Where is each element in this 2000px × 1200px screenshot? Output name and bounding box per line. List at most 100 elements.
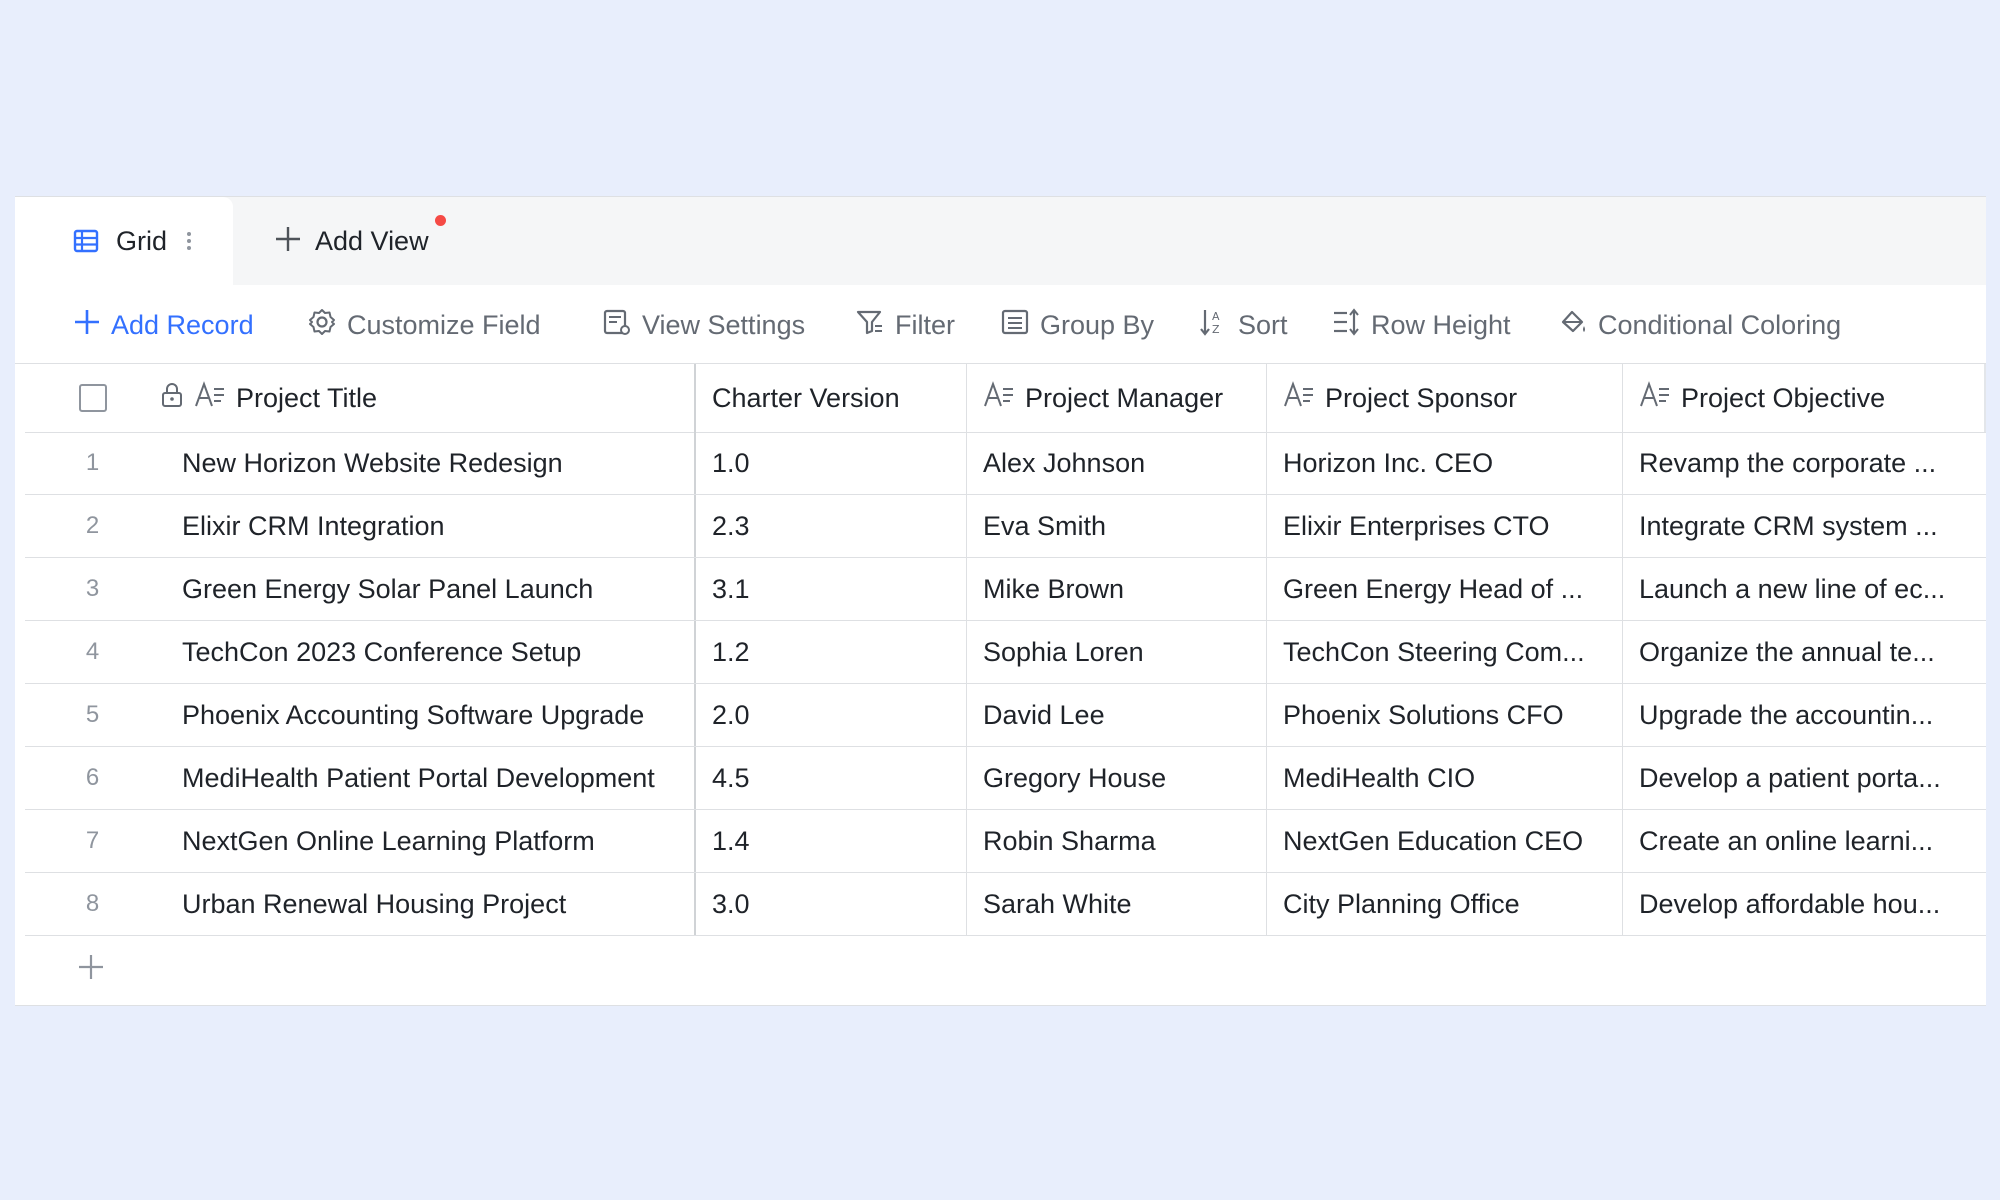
cell-project-objective[interactable]: Upgrade the accountin...: [1622, 684, 1986, 746]
row-height-icon: [1331, 307, 1361, 344]
row-number: 6: [85, 764, 100, 791]
view-tab-bar: Grid Add View: [15, 197, 1986, 285]
cell-project-sponsor[interactable]: MediHealth CIO: [1266, 747, 1622, 809]
select-all-cell: [25, 364, 160, 432]
add-row-button[interactable]: [25, 936, 1986, 998]
row-number: 2: [85, 512, 100, 539]
cell-project-title[interactable]: New Horizon Website Redesign: [160, 432, 694, 494]
column-header-label: Project Manager: [1025, 382, 1224, 413]
toolbar: Add Record Customize Field View Settings…: [15, 285, 1986, 364]
cell-project-objective[interactable]: Integrate CRM system ...: [1622, 495, 1986, 557]
cell-project-manager[interactable]: Robin Sharma: [966, 810, 1266, 872]
row-number: 1: [85, 449, 100, 476]
cell-project-manager[interactable]: Alex Johnson: [966, 432, 1266, 494]
cell-charter-version[interactable]: 4.5: [694, 747, 966, 809]
view-settings-icon: [602, 307, 632, 344]
more-vertical-icon[interactable]: [185, 227, 193, 255]
cell-project-manager[interactable]: Sarah White: [966, 873, 1266, 935]
add-record-button[interactable]: Add Record: [73, 305, 254, 345]
cell-project-title[interactable]: Elixir CRM Integration: [160, 495, 694, 557]
cell-project-objective[interactable]: Revamp the corporate ...: [1622, 432, 1986, 494]
cell-project-title[interactable]: Phoenix Accounting Software Upgrade: [160, 684, 694, 746]
text-field-icon: [1283, 380, 1315, 416]
cell-charter-version[interactable]: 1.4: [694, 810, 966, 872]
table-row[interactable]: 6 MediHealth Patient Portal Development …: [25, 747, 1986, 810]
column-header-label: Project Objective: [1681, 382, 1886, 413]
table-row[interactable]: 4 TechCon 2023 Conference Setup 1.2 Soph…: [25, 621, 1986, 684]
cell-project-manager[interactable]: Eva Smith: [966, 495, 1266, 557]
add-view-label: Add View: [315, 225, 429, 256]
sort-button[interactable]: A Z Sort: [1198, 305, 1288, 345]
row-height-button[interactable]: Row Height: [1331, 305, 1511, 345]
customize-field-button[interactable]: Customize Field: [307, 305, 541, 345]
select-all-checkbox[interactable]: [78, 384, 107, 412]
conditional-coloring-button[interactable]: Conditional Coloring: [1558, 305, 1841, 345]
table-row[interactable]: 5 Phoenix Accounting Software Upgrade 2.…: [25, 684, 1986, 747]
grid-header-row: Project Title Charter Version Project Ma…: [25, 364, 1986, 433]
column-header-project-manager[interactable]: Project Manager: [966, 364, 1266, 432]
column-header-label: Project Title: [236, 382, 378, 413]
cell-project-manager[interactable]: Mike Brown: [966, 558, 1266, 620]
cell-project-sponsor[interactable]: Phoenix Solutions CFO: [1266, 684, 1622, 746]
group-by-button[interactable]: Group By: [1000, 305, 1154, 345]
row-number: 7: [85, 827, 100, 854]
cell-project-objective[interactable]: Develop a patient porta...: [1622, 747, 1986, 809]
cell-project-title[interactable]: Green Energy Solar Panel Launch: [160, 558, 694, 620]
cell-project-sponsor[interactable]: NextGen Education CEO: [1266, 810, 1622, 872]
tab-grid-label: Grid: [116, 225, 168, 256]
add-view-button[interactable]: Add View: [273, 215, 446, 263]
tab-grid[interactable]: Grid: [15, 197, 233, 285]
cell-project-objective[interactable]: Launch a new line of ec...: [1622, 558, 1986, 620]
column-header-charter-version[interactable]: Charter Version: [694, 364, 966, 432]
cell-charter-version[interactable]: 1.0: [694, 432, 966, 494]
cell-project-objective[interactable]: Create an online learni...: [1622, 810, 1986, 872]
svg-text:A: A: [1212, 310, 1220, 323]
add-record-label: Add Record: [111, 309, 254, 340]
column-header-project-sponsor[interactable]: Project Sponsor: [1266, 364, 1622, 432]
table-row[interactable]: 3 Green Energy Solar Panel Launch 3.1 Mi…: [25, 558, 1986, 621]
table-row[interactable]: 8 Urban Renewal Housing Project 3.0 Sara…: [25, 873, 1986, 936]
gear-icon: [307, 307, 337, 344]
column-header-project-objective[interactable]: Project Objective: [1622, 364, 1986, 432]
text-field-icon: [983, 380, 1015, 416]
customize-field-label: Customize Field: [347, 309, 541, 340]
cell-charter-version[interactable]: 2.3: [694, 495, 966, 557]
cell-project-sponsor[interactable]: Green Energy Head of ...: [1266, 558, 1622, 620]
cell-project-manager[interactable]: David Lee: [966, 684, 1266, 746]
sort-label: Sort: [1238, 309, 1288, 340]
column-divider: [1984, 364, 1986, 432]
cell-project-sponsor[interactable]: TechCon Steering Com...: [1266, 621, 1622, 683]
cell-charter-version[interactable]: 3.1: [694, 558, 966, 620]
plus-icon: [73, 308, 101, 343]
filter-button[interactable]: Filter: [855, 305, 955, 345]
group-by-icon: [1000, 307, 1030, 344]
cell-project-title[interactable]: Urban Renewal Housing Project: [160, 873, 694, 935]
table-row[interactable]: 1 New Horizon Website Redesign 1.0 Alex …: [25, 432, 1986, 495]
cell-project-objective[interactable]: Develop affordable hou...: [1622, 873, 1986, 935]
cell-project-title[interactable]: TechCon 2023 Conference Setup: [160, 621, 694, 683]
svg-text:Z: Z: [1212, 323, 1220, 336]
plus-icon: [273, 224, 303, 259]
table-row[interactable]: 2 Elixir CRM Integration 2.3 Eva Smith E…: [25, 495, 1986, 558]
cell-charter-version[interactable]: 3.0: [694, 873, 966, 935]
cell-project-manager[interactable]: Sophia Loren: [966, 621, 1266, 683]
cell-charter-version[interactable]: 2.0: [694, 684, 966, 746]
filter-icon: [855, 307, 885, 344]
column-header-project-title[interactable]: Project Title: [160, 364, 694, 432]
text-field-icon: [194, 380, 226, 416]
view-settings-button[interactable]: View Settings: [602, 305, 805, 345]
cell-project-sponsor[interactable]: Horizon Inc. CEO: [1266, 432, 1622, 494]
cell-project-sponsor[interactable]: City Planning Office: [1266, 873, 1622, 935]
cell-project-title[interactable]: MediHealth Patient Portal Development: [160, 747, 694, 809]
cell-project-objective[interactable]: Organize the annual te...: [1622, 621, 1986, 683]
row-number: 8: [85, 890, 100, 917]
grid-view-panel: Grid Add View Add Record Customize Field…: [15, 196, 1986, 1006]
cell-project-title[interactable]: NextGen Online Learning Platform: [160, 810, 694, 872]
cell-charter-version[interactable]: 1.2: [694, 621, 966, 683]
table-row[interactable]: 7 NextGen Online Learning Platform 1.4 R…: [25, 810, 1986, 873]
cell-project-sponsor[interactable]: Elixir Enterprises CTO: [1266, 495, 1622, 557]
cell-project-manager[interactable]: Gregory House: [966, 747, 1266, 809]
grid-table-icon: [72, 227, 100, 255]
sort-icon: A Z: [1198, 307, 1228, 344]
plus-icon: [77, 953, 105, 981]
